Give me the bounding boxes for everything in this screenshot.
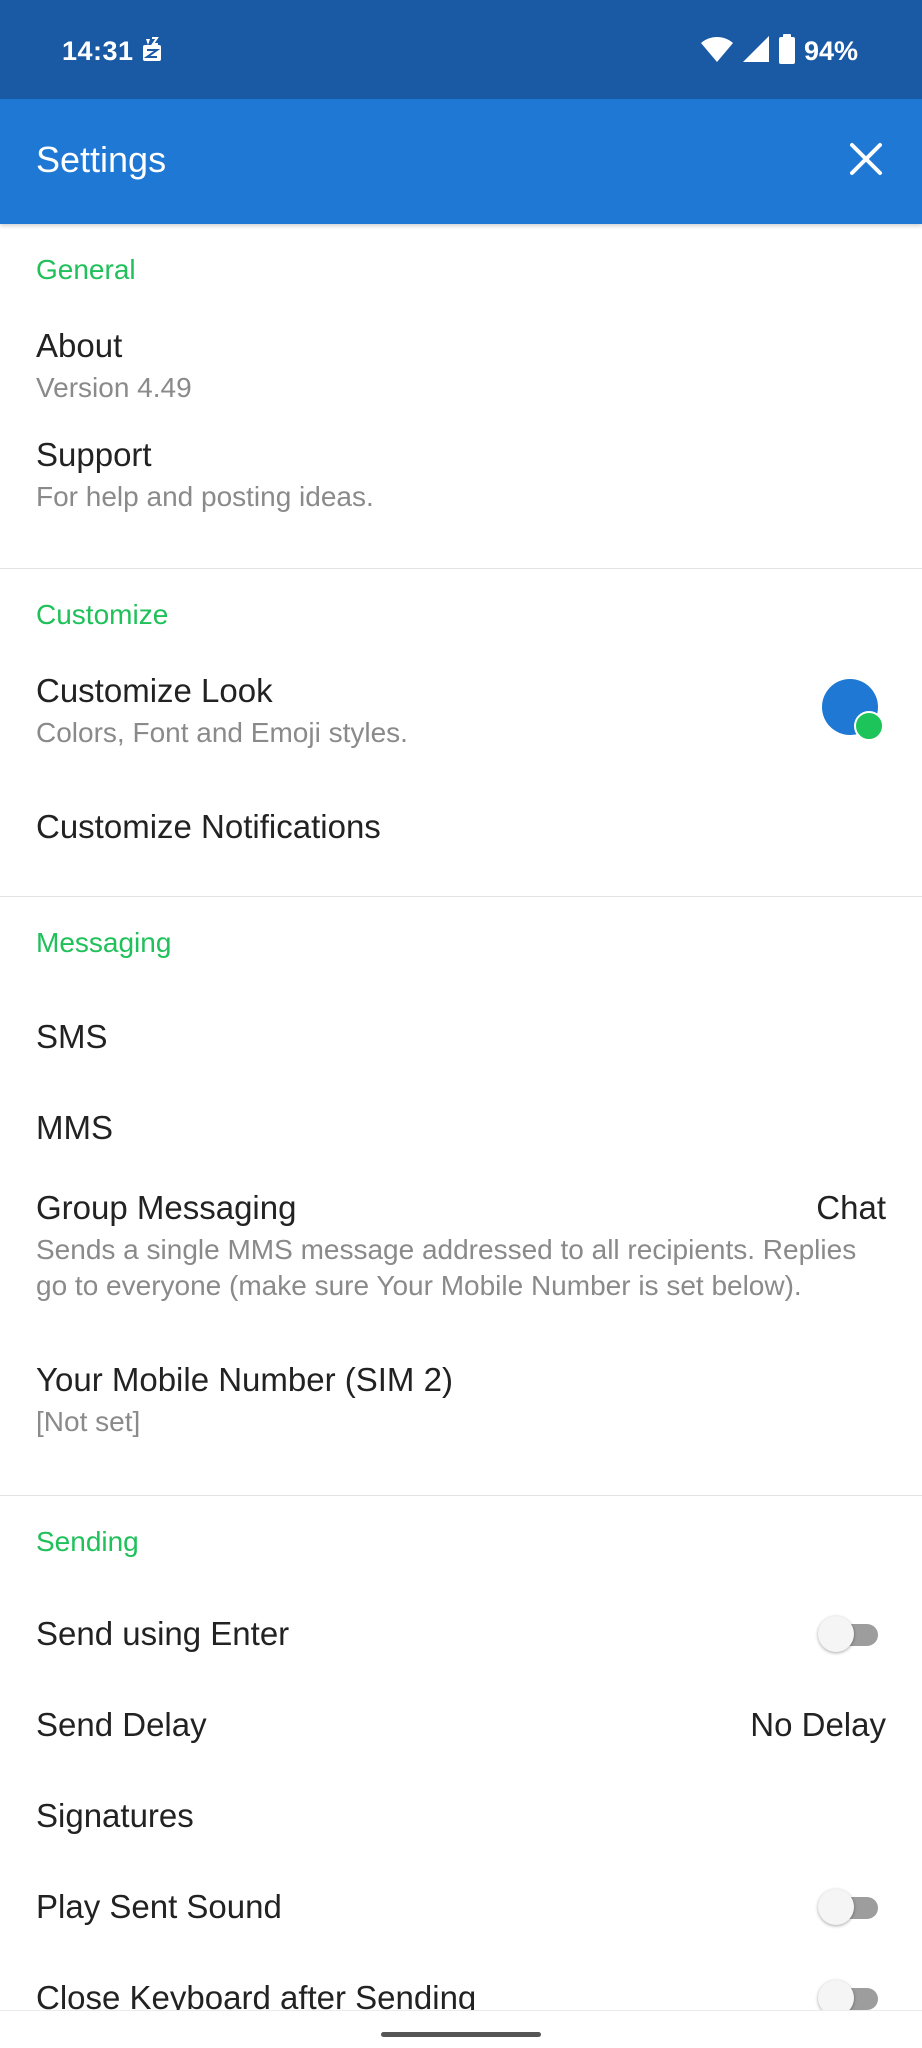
theme-color-indicator[interactable] [820,679,886,745]
play-sent-sound-toggle[interactable] [818,1887,882,1927]
toggle-thumb [818,1616,854,1652]
mobile-number-value: [Not set] [36,1406,141,1437]
app-bar: Settings [0,99,922,224]
close-icon [849,142,883,181]
sms-title: SMS [36,1018,108,1055]
customize-look-subtitle: Colors, Font and Emoji styles. [36,717,408,748]
notification-app-icon [140,36,164,64]
section-header-general: General [36,254,136,285]
play-sent-sound-row[interactable]: Play Sent Sound [0,1887,922,1927]
gesture-nav-bar [0,2010,922,2048]
customize-notifications-row[interactable]: Customize Notifications [0,807,922,847]
cell-signal-icon [742,35,770,68]
about-row[interactable]: About Version 4.49 [0,326,922,406]
support-subtitle: For help and posting ideas. [36,481,374,512]
settings-list: General About Version 4.49 Support For h… [0,224,922,2016]
close-button[interactable] [834,129,898,193]
support-title: Support [36,436,152,473]
section-header-sending: Sending [36,1526,139,1557]
page-title: Settings [36,139,167,180]
group-messaging-value: Chat [816,1189,886,1226]
status-icons: 94% [700,34,858,69]
section-general: General About Version 4.49 Support For h… [0,224,922,569]
status-time: 14:31 [62,36,134,66]
battery-percent: 94% [803,36,858,66]
play-sent-sound-title: Play Sent Sound [36,1888,282,1925]
customize-notifications-title: Customize Notifications [36,808,381,845]
mobile-number-row[interactable]: Your Mobile Number (SIM 2) [Not set] [0,1360,922,1440]
sms-row[interactable]: SMS [0,1017,922,1057]
support-row[interactable]: Support For help and posting ideas. [0,435,922,515]
section-customize: Customize Customize Look Colors, Font an… [0,569,922,897]
signatures-row[interactable]: Signatures [0,1796,922,1836]
status-bar: 14:31 94% [0,0,922,99]
section-messaging: Messaging SMS MMS Group Messaging Chat S… [0,897,922,1496]
send-using-enter-toggle[interactable] [818,1614,882,1654]
group-messaging-subtitle: Sends a single MMS message addressed to … [36,1234,857,1301]
group-messaging-title: Group Messaging [36,1189,297,1226]
wifi-icon [700,35,734,68]
customize-look-row[interactable]: Customize Look Colors, Font and Emoji st… [0,671,922,761]
section-sending: Sending Send using Enter Send Delay No D… [0,1496,922,2016]
send-delay-value: No Delay [750,1706,886,1743]
about-title: About [36,327,123,364]
customize-look-title: Customize Look [36,672,273,709]
group-messaging-row[interactable]: Group Messaging Chat Sends a single MMS … [0,1188,922,1304]
theme-accent-color [854,711,884,741]
home-gesture-handle[interactable] [381,2032,541,2037]
send-using-enter-row[interactable]: Send using Enter [0,1614,922,1654]
section-header-customize: Customize [36,599,169,630]
signatures-title: Signatures [36,1797,194,1834]
mms-title: MMS [36,1109,113,1146]
send-using-enter-title: Send using Enter [36,1615,290,1652]
mms-row[interactable]: MMS [0,1108,922,1148]
about-version: Version 4.49 [36,372,192,403]
section-header-messaging: Messaging [36,927,172,958]
send-delay-row[interactable]: Send Delay No Delay [0,1705,922,1745]
mobile-number-title: Your Mobile Number (SIM 2) [36,1361,453,1398]
toggle-thumb [818,1889,854,1925]
battery-icon [778,34,796,69]
